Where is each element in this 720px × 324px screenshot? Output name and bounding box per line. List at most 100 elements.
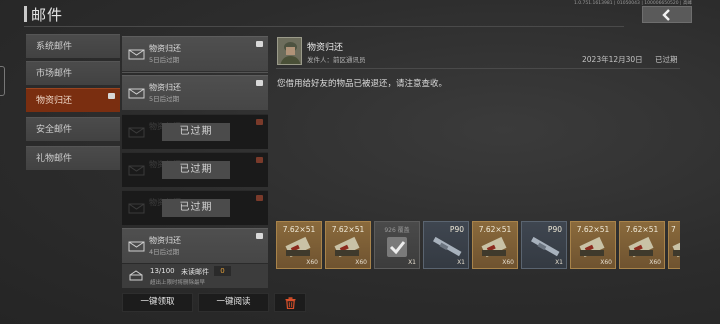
sender-line: 发件人：前区通讯员: [307, 56, 366, 64]
mail-subject: 物资归还: [307, 43, 344, 53]
mail-item-expired[interactable]: 物资归还 已过期: [122, 152, 268, 187]
envelope-icon: [128, 127, 145, 138]
item-label: P90: [547, 225, 562, 234]
item-label: 7.62×51: [478, 225, 512, 234]
item-qty: X60: [600, 259, 612, 266]
category-label: 安全邮件: [36, 125, 73, 135]
item-qty: X60: [502, 259, 514, 266]
item-label: P90: [449, 225, 464, 234]
envelope-icon: [128, 203, 145, 214]
mail-expiry: 5日后过期: [149, 56, 180, 64]
category-supply-return[interactable]: 物资归还: [26, 88, 120, 112]
category-label: 礼物邮件: [36, 154, 73, 164]
category-label: 物资归还: [36, 96, 73, 106]
attachment-item[interactable]: 7.62×51 X60: [325, 221, 371, 269]
collect-all-button[interactable]: 一键领取: [122, 293, 193, 312]
ammo-box-icon: [285, 236, 311, 258]
attachment-badge-icon: [256, 195, 263, 201]
left-edge-handle[interactable]: [0, 66, 5, 96]
attachment-badge-icon: [256, 157, 263, 163]
expired-tag: 已过期: [162, 161, 230, 179]
attachment-item[interactable]: P90 X1: [423, 221, 469, 269]
attachment-item[interactable]: 7: [668, 221, 680, 269]
item-label: 7: [671, 225, 676, 234]
envelope-icon: [128, 49, 145, 60]
mail-item[interactable]: 物资归还 4日后过期: [122, 228, 268, 263]
attachment-badge-icon: [256, 119, 263, 125]
item-qty: X1: [555, 259, 563, 266]
mail-body: 您借用给好友的物品已被退还，请注意查收。: [277, 79, 448, 89]
back-arrow-icon: [662, 8, 670, 21]
expired-tag: 已过期: [162, 199, 230, 217]
sender-avatar: [277, 37, 302, 65]
envelope-icon: [128, 165, 145, 176]
attachment-item[interactable]: 7.62×51 X60: [472, 221, 518, 269]
title-accent-bar: [24, 6, 27, 22]
mailbox-capacity: 13/100 未读邮件 0 超出上限时将删除最早: [122, 264, 268, 288]
category-label: 系统邮件: [36, 42, 73, 52]
detail-divider: [276, 68, 680, 69]
trash-icon: [285, 296, 295, 309]
attachment-rail[interactable]: 7.62×51 X60 7.62×51 X60 926 覆盖 X1 P90 X1: [276, 221, 680, 269]
mail-expiry: 5日后过期: [149, 95, 180, 103]
mail-item-expired[interactable]: 物资归还 已过期: [122, 114, 268, 149]
attachment-item[interactable]: 7.62×51 X60: [570, 221, 616, 269]
item-label: 7.62×51: [625, 225, 659, 234]
attachment-item[interactable]: P90 X1: [521, 221, 567, 269]
mailbox-icon: [129, 270, 143, 281]
unread-count: 0: [214, 266, 231, 276]
item-qty: X60: [306, 259, 318, 266]
envelope-icon: [128, 88, 145, 99]
ammo-box-icon: [579, 236, 605, 258]
ammo-box-icon: [628, 236, 654, 258]
capacity-note: 超出上限时将删除最早: [150, 280, 206, 286]
category-label: 市场邮件: [36, 69, 73, 79]
attachment-item-claimed[interactable]: 926 覆盖 X1: [374, 221, 420, 269]
back-button[interactable]: [642, 6, 692, 23]
header: 邮件 1.0.751.1613981 | 01050043 | 10000665…: [0, 0, 720, 28]
mail-item[interactable]: 物资归还 5日后过期: [122, 75, 268, 110]
ammo-box-icon: [334, 236, 360, 258]
mail-title: 物资归还: [149, 236, 181, 245]
mail-item-expired[interactable]: 物资归还 已过期: [122, 190, 268, 225]
read-all-button[interactable]: 一键阅读: [198, 293, 269, 312]
delete-button[interactable]: [274, 293, 306, 312]
page-title: 邮件: [31, 6, 64, 24]
mail-badge-icon: [108, 93, 115, 99]
category-market[interactable]: 市场邮件: [26, 61, 120, 85]
mail-date: 2023年12月30日: [582, 55, 643, 64]
unread-label: 未读邮件: [181, 268, 209, 276]
item-label: 7.62×51: [331, 225, 365, 234]
envelope-icon: [128, 241, 145, 252]
item-qty: X1: [457, 259, 465, 266]
ammo-box-icon: [481, 236, 507, 258]
item-qty: X60: [355, 259, 367, 266]
soldier-avatar-icon: [278, 38, 301, 64]
list-divider: [122, 72, 268, 73]
rifle-icon: [433, 236, 462, 257]
category-system[interactable]: 系统邮件: [26, 34, 120, 58]
item-label: 7.62×51: [576, 225, 610, 234]
category-gift[interactable]: 礼物邮件: [26, 146, 120, 170]
item-qty: X1: [408, 259, 416, 266]
attachment-badge-icon: [256, 233, 263, 239]
rifle-icon: [531, 236, 560, 257]
mail-item[interactable]: 物资归还 5日后过期: [122, 36, 268, 71]
mail-expiry: 4日后过期: [149, 248, 180, 256]
attachment-item[interactable]: 7.62×51 X60: [276, 221, 322, 269]
mail-count: 13/100: [150, 267, 175, 275]
mail-title: 物资归还: [149, 83, 181, 92]
header-divider: [24, 26, 624, 27]
expired-tag: 已过期: [162, 123, 230, 141]
attachment-item[interactable]: 7.62×51 X60: [619, 221, 665, 269]
attachment-badge-icon: [256, 80, 263, 86]
mail-title: 物资归还: [149, 44, 181, 53]
item-label: 926 覆盖: [384, 227, 410, 234]
item-qty: X60: [649, 259, 661, 266]
ammo-box-icon: [672, 236, 680, 258]
mail-status: 已过期: [655, 55, 678, 64]
item-label: 7.62×51: [282, 225, 316, 234]
checkmark-icon: [387, 237, 407, 257]
attachment-badge-icon: [256, 41, 263, 47]
category-security[interactable]: 安全邮件: [26, 117, 120, 141]
